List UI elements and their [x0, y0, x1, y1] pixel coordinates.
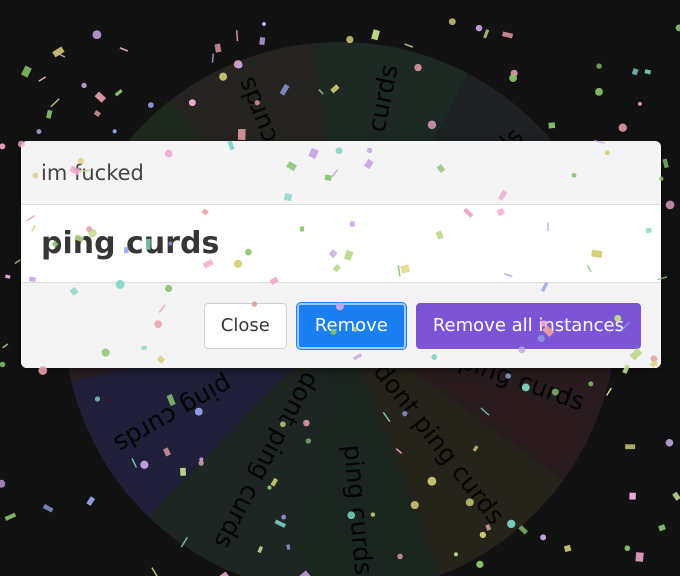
winner-text: ping curds	[41, 226, 220, 261]
dialog-title: im fucked	[41, 160, 144, 185]
dialog-footer: Close Remove Remove all instances	[21, 282, 661, 368]
remove-all-instances-button[interactable]: Remove all instances	[415, 302, 641, 349]
dialog-body: ping curds	[21, 205, 661, 282]
result-dialog: im fucked ping curds Close Remove Remove…	[21, 141, 661, 368]
remove-button[interactable]: Remove	[296, 302, 406, 349]
close-button[interactable]: Close	[203, 302, 287, 349]
dialog-header: im fucked	[21, 141, 661, 205]
